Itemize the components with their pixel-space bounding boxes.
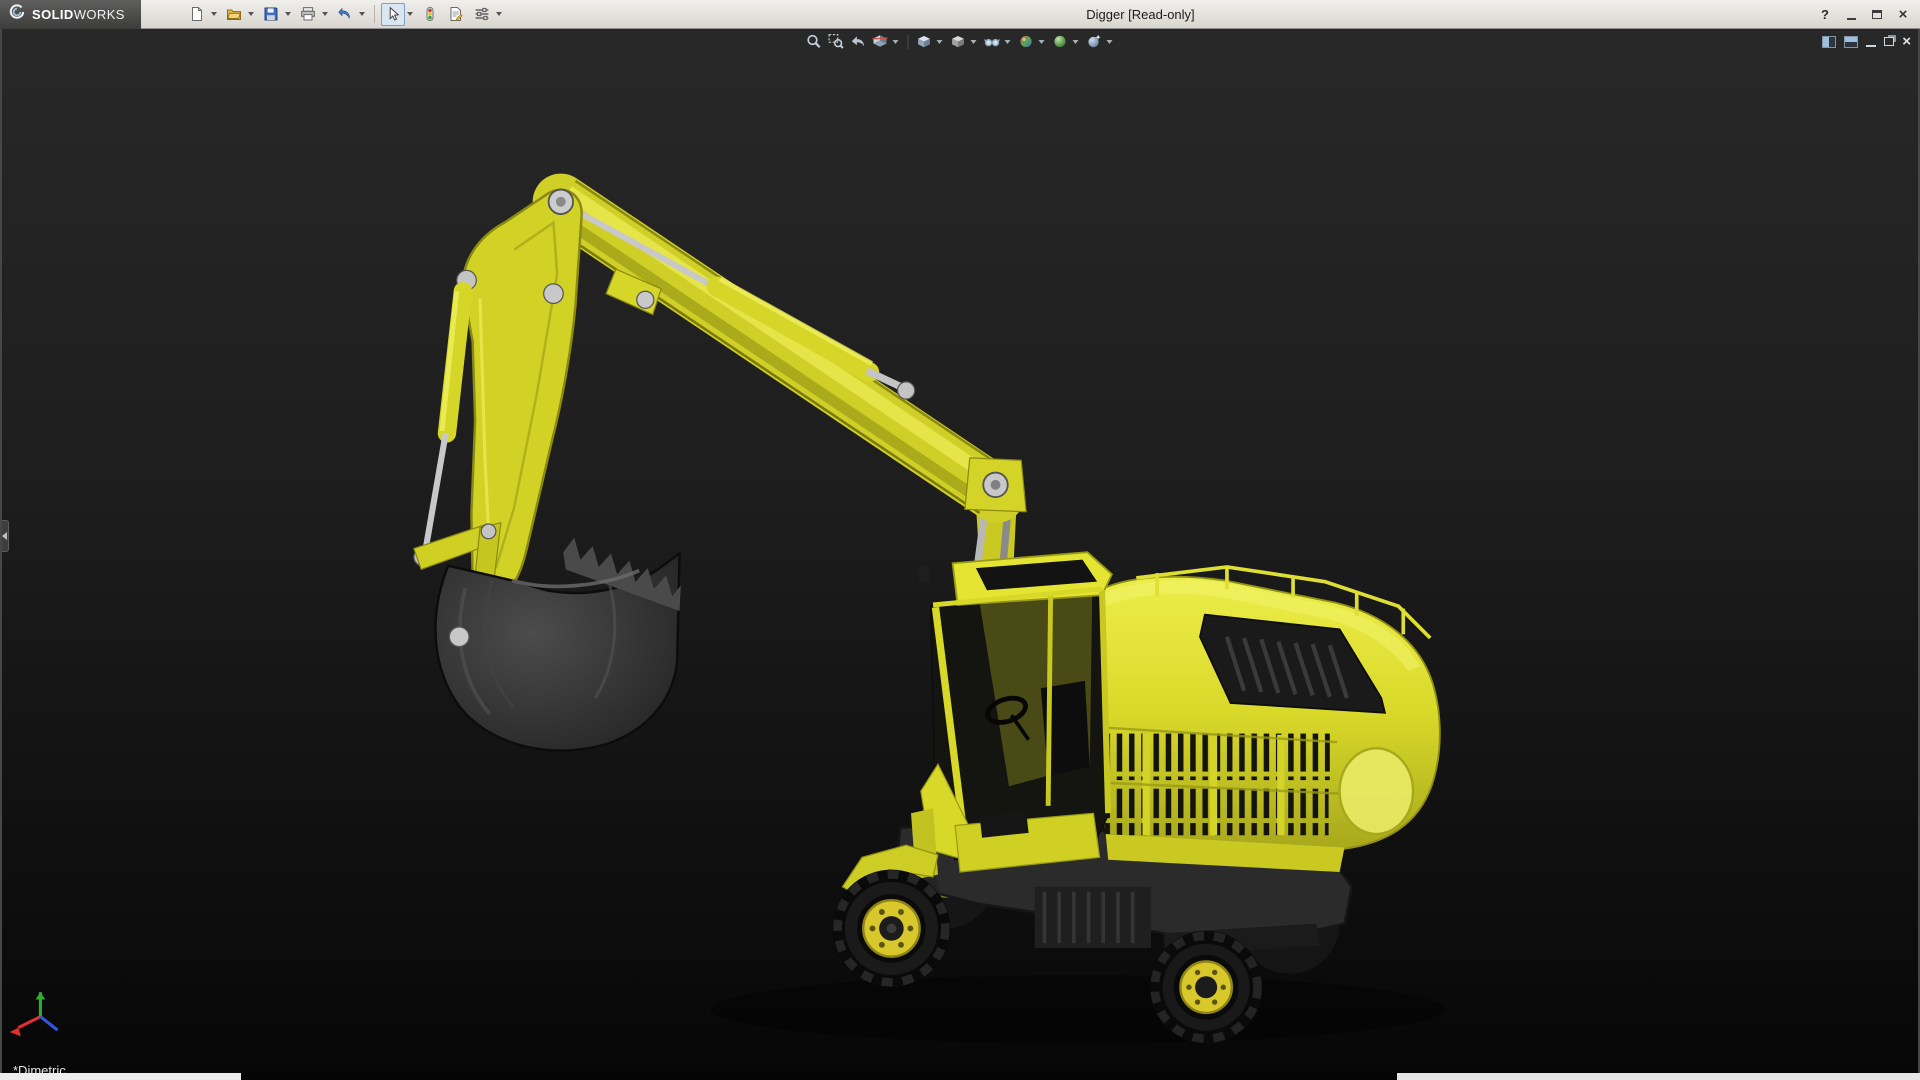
boom-cylinder[interactable]: [573, 209, 915, 399]
edit-appearance-icon[interactable]: [1017, 32, 1036, 51]
display-style-icon[interactable]: [949, 32, 968, 51]
close-document-button[interactable]: ×: [1902, 34, 1911, 49]
minimize-button[interactable]: [1840, 5, 1862, 24]
mirror: [917, 565, 930, 584]
zoom-to-fit-icon[interactable]: [805, 32, 824, 51]
previous-view-icon[interactable]: [849, 32, 868, 51]
apply-scene-icon[interactable]: [1051, 32, 1070, 51]
view-orientation-label: *Dimetric: [13, 1063, 66, 1073]
help-button[interactable]: ?: [1814, 5, 1836, 24]
dropdown-caret[interactable]: [937, 40, 943, 44]
rebuild-button[interactable]: [418, 3, 442, 26]
section-view-icon[interactable]: [871, 32, 890, 51]
status-segment-right: [1397, 1073, 1920, 1080]
document-title: Digger [Read-only]: [1086, 7, 1194, 22]
standard-toolbar: [185, 3, 505, 26]
document-window-controls: ×: [1822, 34, 1911, 49]
status-segment-middle: [241, 1073, 1397, 1080]
options-button[interactable]: [470, 3, 494, 26]
status-bar: [0, 1073, 1920, 1080]
restore-document-button[interactable]: [1884, 37, 1894, 46]
hide-show-items-icon[interactable]: [983, 32, 1002, 51]
close-button[interactable]: ×: [1892, 5, 1914, 24]
save-button[interactable]: [259, 3, 283, 26]
status-segment-left: [0, 1073, 241, 1080]
headsup-view-toolbar: [805, 32, 1116, 51]
title-toolbar: SOLIDWORKS: [0, 0, 1920, 29]
dropdown-caret[interactable]: [496, 12, 502, 16]
maximize-button[interactable]: [1866, 5, 1888, 24]
open-button[interactable]: [222, 3, 246, 26]
print-button[interactable]: [296, 3, 320, 26]
dassault-3ds-icon: [8, 3, 26, 26]
dropdown-caret[interactable]: [248, 12, 254, 16]
orientation-triad: [10, 992, 58, 1036]
brand-text-rest: WORKS: [74, 7, 125, 22]
dropdown-caret[interactable]: [1005, 40, 1011, 44]
view-orientation-icon[interactable]: [915, 32, 934, 51]
front-wheel[interactable]: [833, 845, 951, 987]
brand-text-bold: SOLID: [32, 7, 74, 22]
window-controls: ? ×: [1814, 0, 1914, 29]
grille-band-lower: [1090, 789, 1329, 836]
boom-pivot[interactable]: [965, 458, 1026, 512]
zoom-to-area-icon[interactable]: [827, 32, 846, 51]
ground-shadow: [710, 975, 1445, 1044]
file-properties-button[interactable]: [444, 3, 468, 26]
brand-text: SOLIDWORKS: [32, 7, 125, 22]
view-settings-icon[interactable]: [1085, 32, 1104, 51]
solidworks-logo: SOLIDWORKS: [0, 0, 141, 29]
graphics-area[interactable]: × *Dimetric: [0, 29, 1920, 1073]
minimize-document-button[interactable]: [1866, 36, 1876, 47]
dropdown-caret[interactable]: [407, 12, 413, 16]
dropdown-caret[interactable]: [322, 12, 328, 16]
dropdown-caret[interactable]: [359, 12, 365, 16]
app-window: SOLIDWORKS: [0, 0, 1920, 1080]
chevron-left-icon: [2, 532, 7, 540]
new-document-button[interactable]: [185, 3, 209, 26]
body-deck[interactable]: [1085, 567, 1440, 872]
dropdown-caret[interactable]: [1073, 40, 1079, 44]
toolbar-separator: [374, 5, 375, 23]
dropdown-caret[interactable]: [971, 40, 977, 44]
rear-wheel[interactable]: [1150, 931, 1263, 1044]
dropdown-caret[interactable]: [893, 40, 899, 44]
window-pane-vertical-icon[interactable]: [1822, 36, 1836, 48]
dropdown-caret[interactable]: [211, 12, 217, 16]
dropdown-caret[interactable]: [1107, 40, 1113, 44]
toolbar-separator: [908, 35, 909, 49]
undo-button[interactable]: [333, 3, 357, 26]
select-button[interactable]: [381, 3, 405, 26]
cab[interactable]: [911, 552, 1112, 879]
excavator-model[interactable]: [0, 29, 1920, 1073]
dropdown-caret[interactable]: [285, 12, 291, 16]
window-pane-horizontal-icon[interactable]: [1844, 36, 1858, 48]
window-edge-left: [0, 29, 2, 1073]
dropdown-caret[interactable]: [1039, 40, 1045, 44]
